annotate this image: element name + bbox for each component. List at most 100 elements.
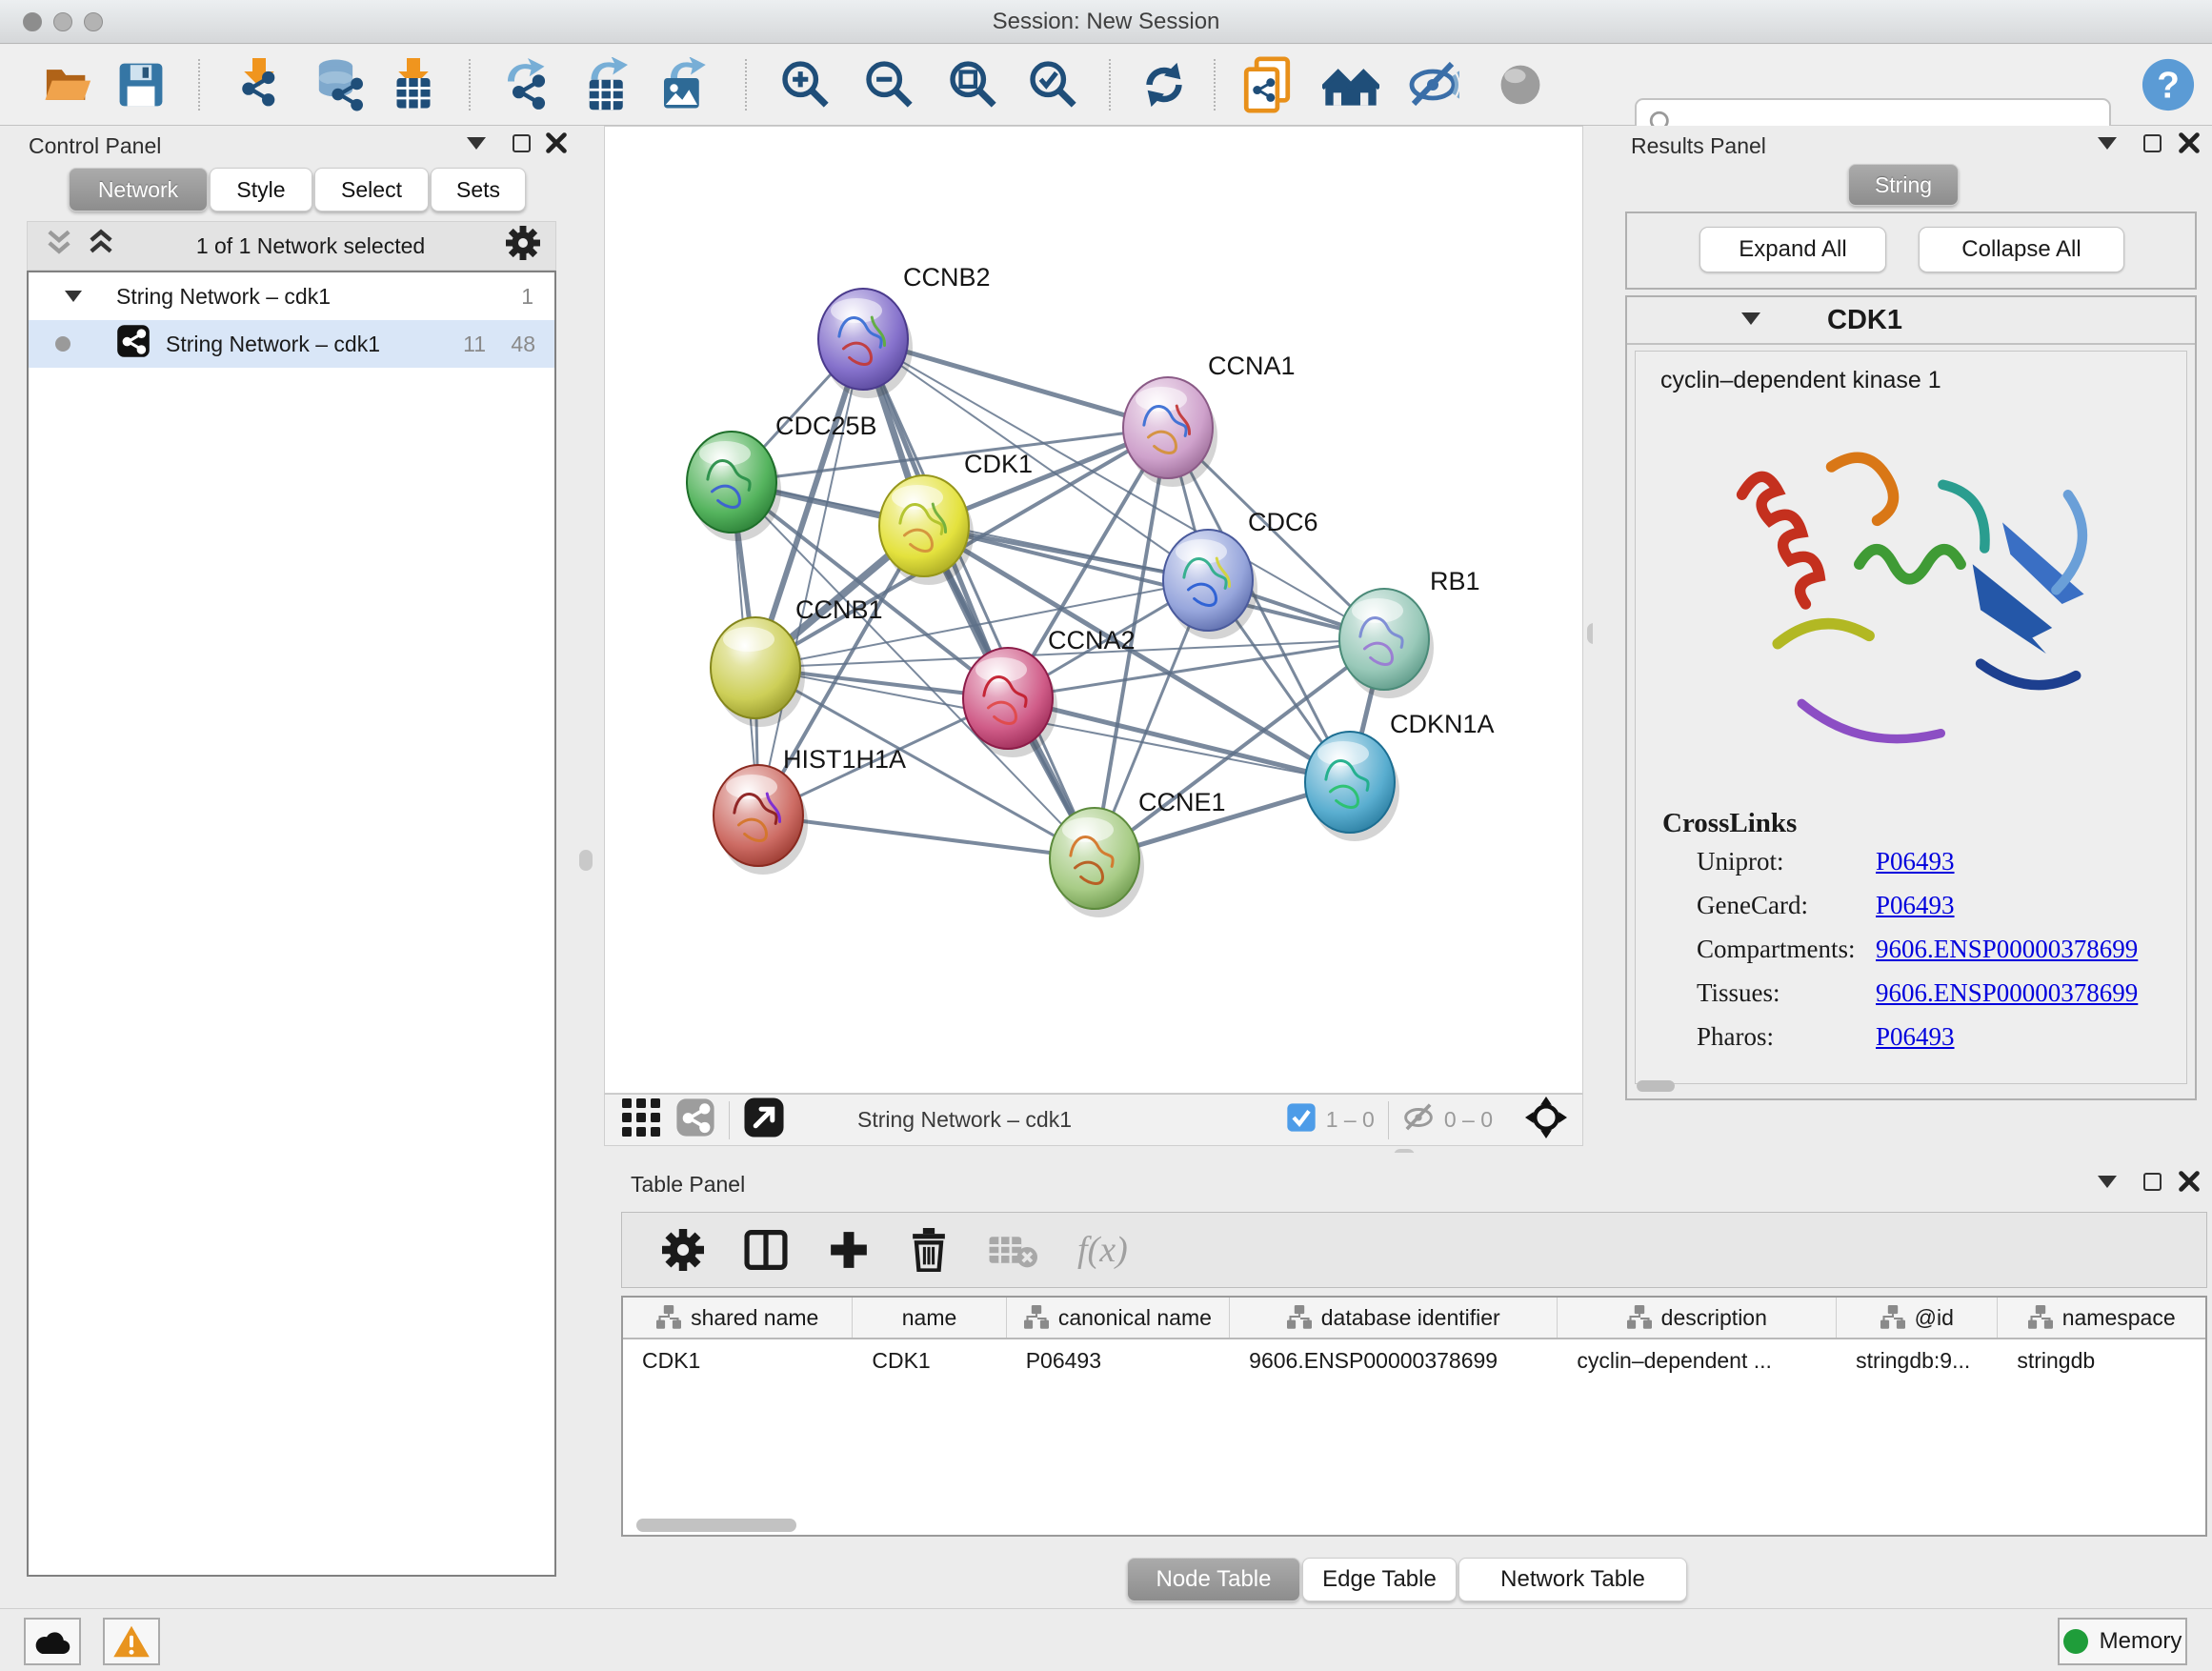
network-canvas[interactable]: CCNB2CCNA1CDC25BCDK1CDC6RB1CCNB1CCNA2CDK… [604,126,1583,1094]
import-network-icon[interactable] [231,56,288,113]
selected-node-edge-counts: 1 – 0 [1326,1107,1375,1133]
grid-view-icon[interactable] [622,1098,660,1141]
cell-description[interactable]: cyclin–dependent ... [1558,1339,1837,1381]
export-network-icon[interactable] [499,56,556,113]
collection-expand-icon[interactable] [65,291,82,302]
network-node-HIST1H1A[interactable]: HIST1H1A [714,745,906,875]
control-panel-menu-icon[interactable] [467,137,486,150]
results-panel-close-icon[interactable] [2178,131,2201,159]
network-node-CCNB2[interactable]: CCNB2 [818,263,991,398]
network-node-CDKN1A[interactable]: CDKN1A [1305,710,1495,841]
control-panel: Control Panel Network Style Select Sets … [10,126,567,1583]
expand-all-networks-icon[interactable] [87,228,115,264]
tab-edge-table[interactable]: Edge Table [1302,1558,1457,1601]
cell-namespace[interactable]: stringdb [1998,1339,2205,1381]
column-header-canonical-name[interactable]: canonical name [1007,1298,1230,1338]
column-header-name[interactable]: name [853,1298,1006,1338]
tab-network[interactable]: Network [69,168,208,211]
table-options-gear-icon[interactable] [662,1229,704,1271]
crosslinks-title: CrossLinks [1662,808,2186,839]
export-image-icon[interactable] [655,56,713,113]
table-hscrollbar[interactable] [636,1519,796,1532]
zoom-fit-icon[interactable] [945,56,1002,113]
protein-structure-image [1682,413,2140,795]
results-hscrollbar[interactable] [1637,1080,1675,1092]
column-header-database-identifier[interactable]: database identifier [1230,1298,1558,1338]
warning-status-button[interactable] [103,1618,160,1665]
table-row[interactable]: CDK1 CDK1 P06493 9606.ENSP00000378699 cy… [623,1339,2205,1381]
delete-column-icon[interactable] [910,1228,948,1272]
import-table-icon[interactable] [385,56,442,113]
column-header-shared-name[interactable]: shared name [623,1298,853,1338]
crosslink-compartments[interactable]: 9606.ENSP00000378699 [1876,935,2138,964]
table-toolbar: f(x) [621,1212,2207,1288]
results-panel-menu-icon[interactable] [2098,137,2117,150]
crosslink-pharos[interactable]: P06493 [1876,1022,1955,1052]
detach-view-icon[interactable] [743,1097,785,1143]
tab-string-results[interactable]: String [1848,164,1959,206]
zoom-in-icon[interactable] [777,56,835,113]
show-columns-icon[interactable] [744,1229,788,1271]
control-panel-float-icon[interactable] [513,134,531,152]
help-button[interactable]: ? [2140,56,2197,113]
table-panel-title: Table Panel [631,1172,745,1197]
results-panel-float-icon[interactable] [2143,134,2162,152]
tab-select[interactable]: Select [314,168,429,211]
cell-database-identifier[interactable]: 9606.ENSP00000378699 [1230,1339,1558,1381]
cell-canonical-name[interactable]: P06493 [1007,1339,1230,1381]
network-node-RB1[interactable]: RB1 [1339,567,1480,698]
zoom-out-icon[interactable] [861,56,918,113]
node-label: CCNE1 [1138,788,1226,816]
delete-table-icon [988,1231,1037,1269]
refresh-icon[interactable] [1136,56,1193,113]
cell-name[interactable]: CDK1 [853,1339,1006,1381]
tab-node-table[interactable]: Node Table [1127,1558,1300,1601]
crosslink-tissues[interactable]: 9606.ENSP00000378699 [1876,978,2138,1008]
import-network-from-database-icon[interactable] [311,56,368,113]
control-panel-close-icon[interactable] [545,131,568,159]
save-session-button[interactable] [112,56,170,113]
node-label: CCNB1 [795,595,883,624]
add-column-icon[interactable] [828,1229,870,1271]
selected-checkbox-icon[interactable] [1286,1102,1317,1137]
network-collection-row[interactable]: String Network – cdk1 1 [29,272,554,320]
node-label: CDC6 [1248,508,1318,536]
gene-collapse-icon[interactable] [1741,312,1760,325]
zoom-selected-icon[interactable] [1025,56,1082,113]
show-all-icon[interactable] [1492,56,1549,113]
cloud-status-button[interactable] [24,1618,81,1665]
crosslink-uniprot[interactable]: P06493 [1876,847,1955,876]
fit-content-crosshair-icon[interactable] [1525,1097,1567,1143]
table-panel-menu-icon[interactable] [2098,1176,2117,1188]
export-table-icon[interactable] [579,56,636,113]
network-row[interactable]: String Network – cdk1 11 48 [29,320,554,368]
cell-id[interactable]: stringdb:9... [1837,1339,1998,1381]
column-header-description[interactable]: description [1558,1298,1837,1338]
table-panel-close-icon[interactable] [2178,1170,2201,1198]
tab-sets[interactable]: Sets [431,168,526,211]
network-node-CCNE1[interactable]: CCNE1 [1050,788,1226,917]
tab-style[interactable]: Style [210,168,312,211]
column-header-id[interactable]: @id [1837,1298,1998,1338]
collapse-all-button[interactable]: Collapse All [1919,227,2124,272]
memory-status-dot [2063,1629,2088,1654]
table-panel-float-icon[interactable] [2143,1173,2162,1191]
cell-shared-name[interactable]: CDK1 [623,1339,853,1381]
clone-network-icon[interactable] [1238,56,1296,113]
crosslink-genecard[interactable]: P06493 [1876,891,1955,920]
network-options-gear-icon[interactable] [506,226,540,266]
first-neighbors-icon[interactable] [1322,56,1379,113]
network-node-CDC6[interactable]: CDC6 [1163,508,1318,639]
memory-button[interactable]: Memory [2058,1618,2187,1665]
left-splitter-handle[interactable] [579,850,593,871]
column-header-namespace[interactable]: namespace [1998,1298,2205,1338]
open-session-button[interactable] [40,56,97,113]
hide-selected-icon[interactable] [1404,56,1461,113]
birdseye-view-icon[interactable] [675,1097,715,1142]
tab-network-table[interactable]: Network Table [1458,1558,1687,1601]
gene-section-header[interactable]: CDK1 [1627,297,2195,345]
network-node-CCNB1[interactable]: CCNB1 [711,595,883,727]
main-toolbar: ? [0,45,2212,126]
expand-all-button[interactable]: Expand All [1699,227,1886,272]
collapse-all-networks-icon[interactable] [45,228,73,264]
